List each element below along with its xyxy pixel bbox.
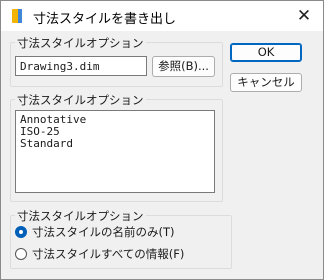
ok-button[interactable]: OK <box>230 43 302 62</box>
filename-field[interactable]: Drawing3.dim <box>15 56 147 76</box>
file-group-legend: 寸法スタイルオプション <box>15 35 146 51</box>
radio-all-info-label: 寸法スタイルすべての情報(F) <box>32 247 185 261</box>
options-group-legend: 寸法スタイルオプション <box>15 208 146 224</box>
window-title: 寸法スタイルを書き出し <box>33 12 177 27</box>
title-bar: 寸法スタイルを書き出し ✕ <box>1 1 323 31</box>
browse-button[interactable]: 参照(B)... <box>152 56 215 77</box>
app-icon <box>12 9 22 23</box>
close-button[interactable]: ✕ <box>293 5 315 27</box>
radio-all-info[interactable]: 寸法スタイルすべての情報(F) <box>15 246 184 262</box>
list-item[interactable]: Standard <box>20 138 210 150</box>
export-dimstyle-dialog: 寸法スタイルを書き出し ✕ 寸法スタイルオプション Drawing3.dim 参… <box>0 0 324 280</box>
radio-name-only[interactable]: 寸法スタイルの名前のみ(T) <box>15 224 175 240</box>
dimstyle-listbox[interactable]: Annotative ISO-25 Standard <box>15 110 215 193</box>
radio-name-only-label: 寸法スタイルの名前のみ(T) <box>32 225 175 239</box>
list-group-legend: 寸法スタイルオプション <box>15 92 146 108</box>
radio-unchecked-icon[interactable] <box>15 248 27 260</box>
cancel-button[interactable]: キャンセル <box>230 73 302 92</box>
radio-checked-icon[interactable] <box>15 226 27 238</box>
